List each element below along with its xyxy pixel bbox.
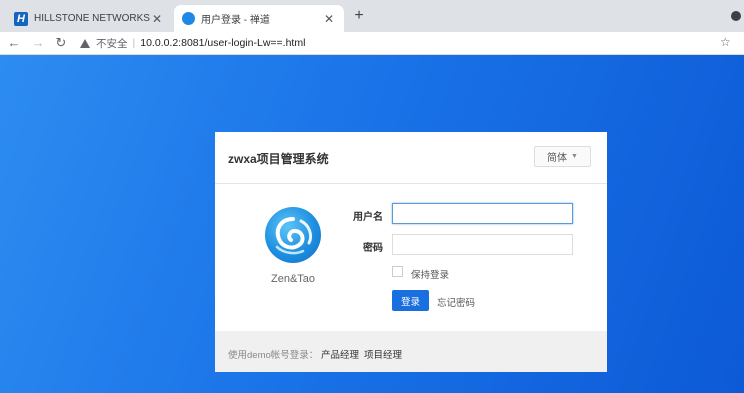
- address-bar[interactable]: 不安全 | 10.0.0.2:8081/user-login-Lw==.html: [76, 34, 716, 52]
- zentao-logo-icon: [265, 207, 321, 263]
- tab-user-login[interactable]: 用户登录 - 禅道 ✕: [174, 5, 344, 32]
- tab-hillstone[interactable]: H HILLSTONE NETWORKS ✕: [6, 5, 172, 32]
- remember-label[interactable]: 保持登录: [411, 267, 449, 281]
- username-input[interactable]: [392, 203, 573, 224]
- demo-link-project-manager[interactable]: 项目经理: [364, 347, 402, 361]
- page-background: zwxa项目管理系统 简体 ▼ Zen&Tao 用户名 密码 保持登录 登录 忘…: [0, 55, 744, 393]
- browser-toolbar: ← → ↻ 不安全 | 10.0.0.2:8081/user-login-Lw=…: [0, 32, 744, 55]
- close-icon[interactable]: ✕: [150, 12, 164, 26]
- language-label: 简体: [547, 153, 568, 164]
- security-status: 不安全: [96, 37, 128, 50]
- login-panel: zwxa项目管理系统 简体 ▼ Zen&Tao 用户名 密码 保持登录 登录 忘…: [215, 132, 607, 372]
- password-label: 密码: [363, 243, 383, 254]
- login-panel-header: zwxa项目管理系统 简体 ▼: [215, 132, 607, 184]
- remember-checkbox[interactable]: [392, 266, 403, 277]
- tab-title: HILLSTONE NETWORKS: [34, 13, 150, 24]
- language-select[interactable]: 简体 ▼: [534, 146, 591, 167]
- new-tab-icon[interactable]: +: [350, 7, 368, 25]
- hillstone-favicon-icon: H: [14, 11, 28, 26]
- demo-login-footer: 使用demo帐号登录： 产品经理 项目经理: [215, 331, 607, 372]
- warning-icon: [80, 38, 90, 48]
- bookmark-star-icon[interactable]: ☆: [720, 35, 731, 49]
- forward-icon[interactable]: →: [30, 35, 46, 51]
- url-text: 10.0.0.2:8081/user-login-Lw==.html: [140, 37, 306, 49]
- login-button[interactable]: 登录: [392, 290, 429, 311]
- zentao-favicon-icon: [182, 12, 195, 25]
- demo-link-product-manager[interactable]: 产品经理: [321, 347, 359, 361]
- browser-tab-bar: H HILLSTONE NETWORKS ✕ 用户登录 - 禅道 ✕ +: [0, 0, 744, 32]
- logo-text: Zen&Tao: [270, 273, 316, 285]
- demo-text: 使用demo帐号登录：: [228, 350, 319, 361]
- password-input[interactable]: [392, 234, 573, 255]
- page-title: zwxa项目管理系统: [228, 152, 329, 166]
- tab-title: 用户登录 - 禅道: [201, 15, 270, 26]
- tab-search-icon[interactable]: [731, 11, 741, 21]
- forgot-password-link[interactable]: 忘记密码: [437, 295, 475, 309]
- username-label: 用户名: [353, 212, 383, 223]
- divider: |: [132, 37, 136, 49]
- back-icon[interactable]: ←: [6, 35, 22, 51]
- chevron-down-icon: ▼: [571, 153, 578, 160]
- close-icon[interactable]: ✕: [322, 12, 336, 26]
- reload-icon[interactable]: ↻: [53, 35, 69, 51]
